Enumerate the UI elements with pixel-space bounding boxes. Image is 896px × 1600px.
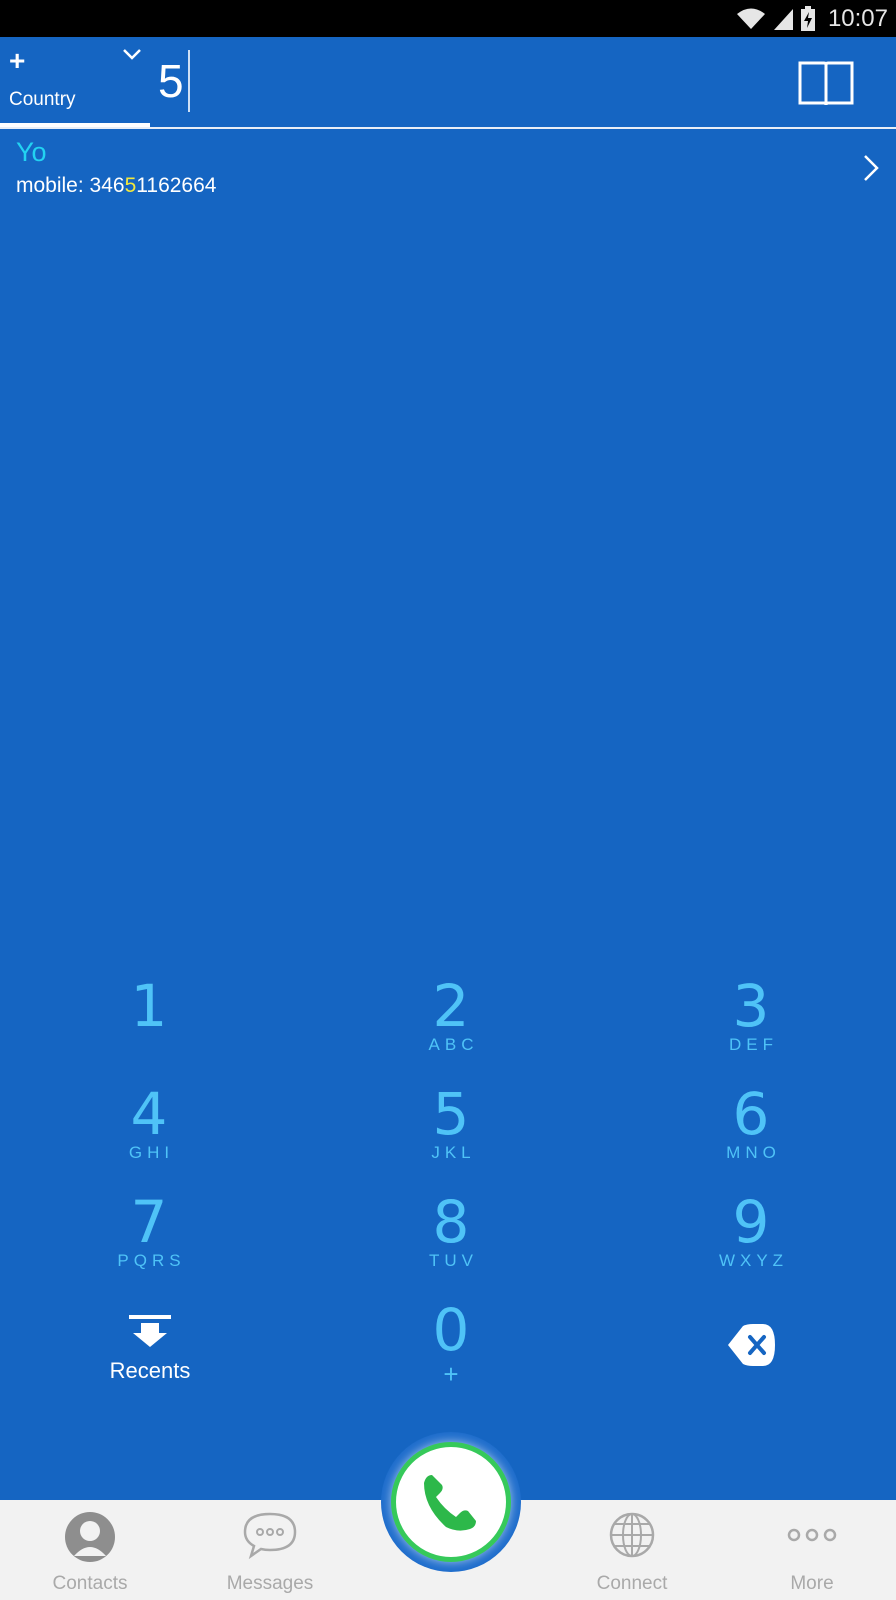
key-digit: 3 xyxy=(732,972,770,1040)
key-9[interactable]: 9 WXYZ xyxy=(651,1191,851,1291)
key-plus: + xyxy=(443,1359,459,1389)
dial-number-input[interactable]: 5 xyxy=(158,49,190,113)
signal-icon xyxy=(773,8,793,30)
key-digit: 6 xyxy=(732,1080,770,1148)
contact-name: Yo xyxy=(16,137,47,167)
status-time: 10:07 xyxy=(827,4,888,32)
battery-icon xyxy=(800,5,815,31)
key-letters: WXYZ xyxy=(718,1251,789,1270)
key-1[interactable]: 1 xyxy=(49,975,249,1075)
wifi-icon xyxy=(736,8,765,29)
number-label: mobile: xyxy=(16,174,90,197)
nav-connect[interactable]: Connect xyxy=(562,1500,702,1600)
nav-more-label: More xyxy=(790,1573,834,1594)
key-digit: 9 xyxy=(732,1188,770,1256)
key-8[interactable]: 8 TUV xyxy=(351,1191,551,1291)
call-button[interactable] xyxy=(391,1442,511,1562)
contacts-icon xyxy=(65,1512,115,1562)
nav-messages[interactable]: Messages xyxy=(200,1500,340,1600)
chevron-down-icon xyxy=(123,49,141,60)
recents-label: Recents xyxy=(109,1358,191,1383)
key-digit: 7 xyxy=(130,1188,168,1256)
status-icons: 10:07 xyxy=(736,0,888,37)
contact-number: mobile: 34651162664 xyxy=(16,174,216,198)
header-divider xyxy=(0,127,896,129)
key-4[interactable]: 4 GHI xyxy=(49,1083,249,1183)
key-letters: TUV xyxy=(429,1251,478,1270)
backspace-icon xyxy=(728,1324,775,1366)
book-icon xyxy=(798,61,854,106)
more-icon xyxy=(787,1528,837,1542)
key-digit: 4 xyxy=(130,1080,168,1148)
phone-icon xyxy=(424,1475,476,1531)
key-0[interactable]: 0 + xyxy=(351,1299,551,1399)
key-digit: 8 xyxy=(432,1188,470,1256)
key-letters: PQRS xyxy=(117,1251,186,1270)
key-letters: ABC xyxy=(428,1035,479,1054)
country-label: Country xyxy=(9,89,76,110)
messages-icon xyxy=(243,1512,297,1560)
status-bar: 10:07 xyxy=(0,0,896,37)
contact-result-row[interactable]: Yo mobile: 34651162664 xyxy=(0,131,896,209)
country-plus: + xyxy=(9,45,26,76)
dial-header: + Country 5 xyxy=(0,37,896,129)
recents-down-icon xyxy=(129,1315,171,1347)
number-before: 346 xyxy=(89,174,125,197)
key-digit: 0 xyxy=(432,1296,470,1364)
number-match: 5 xyxy=(124,174,137,197)
chevron-right-icon[interactable] xyxy=(862,153,880,183)
backspace-button[interactable] xyxy=(725,1322,785,1368)
dial-number-value: 5 xyxy=(158,55,184,107)
key-digit: 2 xyxy=(432,972,470,1040)
key-digit: 1 xyxy=(130,972,168,1040)
key-letters: JKL xyxy=(431,1143,476,1162)
key-6[interactable]: 6 MNO xyxy=(651,1083,851,1183)
number-after: 1162664 xyxy=(136,174,217,197)
nav-contacts[interactable]: Contacts xyxy=(20,1500,160,1600)
text-caret xyxy=(187,50,190,112)
key-5[interactable]: 5 JKL xyxy=(351,1083,551,1183)
nav-contacts-label: Contacts xyxy=(52,1573,128,1594)
key-digit: 5 xyxy=(432,1080,470,1148)
key-2[interactable]: 2 ABC xyxy=(351,975,551,1075)
recents-button[interactable]: Recents xyxy=(90,1313,210,1393)
call-button-ring xyxy=(381,1432,521,1572)
nav-more[interactable]: More xyxy=(742,1500,882,1600)
key-letters: DEF xyxy=(729,1035,778,1054)
key-7[interactable]: 7 PQRS xyxy=(49,1191,249,1291)
country-selector[interactable]: + Country xyxy=(0,37,150,129)
key-letters: MNO xyxy=(726,1143,781,1162)
nav-messages-label: Messages xyxy=(226,1573,314,1594)
nav-connect-label: Connect xyxy=(596,1573,668,1594)
key-3[interactable]: 3 DEF xyxy=(651,975,851,1075)
key-letters: GHI xyxy=(128,1143,175,1162)
globe-icon xyxy=(609,1512,655,1558)
contacts-book-button[interactable] xyxy=(796,59,856,109)
